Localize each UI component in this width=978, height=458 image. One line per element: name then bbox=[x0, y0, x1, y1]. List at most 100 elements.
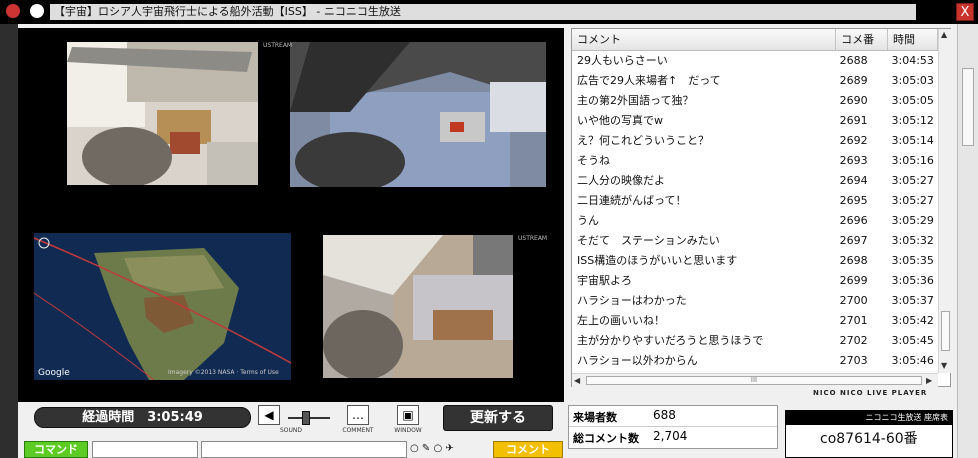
comment-row[interactable]: うん 2696 3:05:29 bbox=[572, 210, 938, 230]
comment-number: 2689 bbox=[839, 73, 868, 87]
comment-number: 2696 bbox=[839, 213, 868, 227]
comment-row[interactable]: 二日連続がんばって！ 2695 3:05:27 bbox=[572, 190, 938, 210]
comment-row[interactable]: 29人もいらさーい 2688 3:04:53 bbox=[572, 50, 938, 70]
extra-icons: ○ ✎ ○ ✈ bbox=[410, 443, 454, 454]
comment-row[interactable]: 左上の画いいね！ 2701 3:05:42 bbox=[572, 310, 938, 330]
comment-number: 2701 bbox=[839, 313, 868, 327]
command-input[interactable] bbox=[92, 441, 198, 458]
player-logo: NICO NICO LIVE PLAYER bbox=[813, 389, 928, 397]
comment-horizontal-scrollbar[interactable]: ◀ III ▶ bbox=[572, 373, 938, 387]
volume-slider[interactable] bbox=[288, 411, 330, 425]
comment-time: 3:05:05 bbox=[891, 93, 934, 107]
elapsed-time: 経過時間 3:05:49 bbox=[34, 407, 251, 428]
ustream-watermark-2: USTREAM bbox=[518, 235, 548, 242]
title-bar: 【宇宙】ロシア人宇宙飛行士による船外活動【ISS】 - ニコニコ生放送 X bbox=[0, 0, 978, 24]
comment-text: いや他の写真でw bbox=[577, 114, 663, 127]
outer-scrollbar[interactable] bbox=[957, 24, 978, 458]
bird-icon[interactable]: ✈ bbox=[445, 443, 453, 454]
comment-icon[interactable]: … bbox=[347, 405, 369, 425]
scroll-up-icon[interactable]: ▲ bbox=[941, 30, 947, 39]
comment-table-header: コメント コメ番 時間 bbox=[572, 29, 938, 51]
comment-row[interactable]: 広告で29人来場者↑ だって 2689 3:05:03 bbox=[572, 70, 938, 90]
outer-scroll-thumb[interactable] bbox=[962, 68, 974, 146]
map-caption: Imagery ©2013 NASA · Terms of Use bbox=[168, 369, 279, 376]
scroll-right-icon[interactable]: ▶ bbox=[926, 376, 932, 385]
window-title: 【宇宙】ロシア人宇宙飛行士による船外活動【ISS】 - ニコニコ生放送 bbox=[50, 4, 916, 20]
comment-row[interactable]: ISS構造のほうがいいと思います 2698 3:05:35 bbox=[572, 250, 938, 270]
window-label: WINDOW bbox=[394, 427, 422, 434]
comment-scroll-thumb[interactable] bbox=[941, 311, 950, 351]
comment-time: 3:05:42 bbox=[891, 313, 934, 327]
camera-feed-map: Google bbox=[34, 233, 291, 380]
comment-time: 3:05:36 bbox=[891, 273, 934, 287]
comment-toggle[interactable]: … COMMENT bbox=[334, 405, 382, 434]
comment-time: 3:05:37 bbox=[891, 293, 934, 307]
comment-table: コメント コメ番 時間 29人もいらさーい 2688 3:04:53 広告で29人来場… bbox=[572, 29, 938, 370]
comment-number: 2692 bbox=[839, 133, 868, 147]
comment-number: 2698 bbox=[839, 253, 868, 267]
radio-icon[interactable]: ○ bbox=[410, 443, 419, 454]
comment-hscroll-thumb[interactable]: III bbox=[586, 376, 922, 385]
comment-input[interactable] bbox=[201, 441, 407, 458]
comment-number: 2691 bbox=[839, 113, 868, 127]
comment-time: 3:05:16 bbox=[891, 153, 934, 167]
speaker-icon[interactable]: ◀ bbox=[258, 405, 280, 425]
comment-text: そうね bbox=[577, 154, 610, 167]
visitors-row: 来場者数 688 bbox=[569, 406, 777, 427]
comment-list-panel[interactable]: コメント コメ番 時間 29人もいらさーい 2688 3:04:53 広告で29人来場… bbox=[571, 28, 951, 387]
comment-row[interactable]: 主が分かりやすいだろうと思うほうで 2702 3:05:45 bbox=[572, 330, 938, 350]
total-comments-label: 総コメント数 bbox=[573, 432, 639, 445]
column-header-time[interactable]: 時間 bbox=[887, 29, 938, 51]
window-toggle[interactable]: ▣ WINDOW bbox=[388, 405, 428, 434]
column-header-number[interactable]: コメ番 bbox=[835, 29, 888, 51]
camera-feed-top-right bbox=[290, 42, 546, 187]
radio-icon-2[interactable]: ○ bbox=[434, 443, 443, 454]
total-comments-value: 2,704 bbox=[653, 429, 688, 443]
comment-text: ハラショーはわかった bbox=[577, 294, 687, 307]
comment-text: 左上の画いいね！ bbox=[577, 314, 665, 327]
comment-number: 2702 bbox=[839, 333, 868, 347]
comment-row[interactable]: いや他の写真でw 2691 3:05:12 bbox=[572, 110, 938, 130]
comment-vertical-scrollbar[interactable]: ▲ ▼ bbox=[938, 29, 951, 373]
comment-row[interactable]: え？何これどういうこと？ 2692 3:05:14 bbox=[572, 130, 938, 150]
comment-time: 3:05:27 bbox=[891, 193, 934, 207]
visitors-label: 来場者数 bbox=[573, 411, 617, 424]
comment-number: 2694 bbox=[839, 173, 868, 187]
comment-text: 広告で29人来場者↑ だって bbox=[577, 74, 721, 87]
comment-row[interactable]: 二人分の映像だよ 2694 3:05:27 bbox=[572, 170, 938, 190]
window-icon[interactable]: ▣ bbox=[397, 405, 419, 425]
comment-time: 3:05:12 bbox=[891, 113, 934, 127]
close-button[interactable]: X bbox=[956, 3, 974, 21]
comment-time: 3:05:29 bbox=[891, 213, 934, 227]
scroll-down-icon[interactable]: ▼ bbox=[941, 361, 947, 370]
seat-panel: ニコニコ生放送 座席表 co87614-60番 bbox=[785, 410, 953, 458]
video-player[interactable]: Google USTREAM USTREAM Imagery ©2013 NAS… bbox=[18, 28, 564, 402]
command-button[interactable]: コマンド bbox=[24, 441, 88, 458]
comment-number: 2699 bbox=[839, 273, 868, 287]
comment-row[interactable]: 主の第2外国語って独？ 2690 3:05:05 bbox=[572, 90, 938, 110]
comment-time: 3:05:32 bbox=[891, 233, 934, 247]
comment-text: ISS構造のほうがいいと思います bbox=[577, 254, 738, 267]
scroll-left-icon[interactable]: ◀ bbox=[574, 376, 580, 385]
comment-row[interactable]: そだて ステーションみたい 2697 3:05:32 bbox=[572, 230, 938, 250]
refresh-button[interactable]: 更新する bbox=[443, 405, 553, 431]
comment-row[interactable]: ハラショー以外わからん 2703 3:05:46 bbox=[572, 350, 938, 370]
comment-text: 主が分かりやすいだろうと思うほうで bbox=[577, 334, 764, 347]
comment-text: 主の第2外国語って独？ bbox=[577, 94, 694, 107]
comment-text: 宇宙駅よろ bbox=[577, 274, 632, 287]
volume-knob[interactable] bbox=[302, 411, 310, 425]
pen-icon[interactable]: ✎ bbox=[422, 443, 430, 454]
submit-comment-button[interactable]: コメント bbox=[493, 441, 563, 458]
column-header-comment[interactable]: コメント bbox=[572, 29, 837, 51]
comment-row[interactable]: ハラショーはわかった 2700 3:05:37 bbox=[572, 290, 938, 310]
comment-text: え？何これどういうこと？ bbox=[577, 134, 709, 147]
comment-time: 3:05:35 bbox=[891, 253, 934, 267]
comment-row[interactable]: そうね 2693 3:05:16 bbox=[572, 150, 938, 170]
comment-number: 2700 bbox=[839, 293, 868, 307]
comment-row[interactable]: 宇宙駅よろ 2699 3:05:36 bbox=[572, 270, 938, 290]
ustream-watermark-1: USTREAM bbox=[263, 42, 293, 49]
comment-number: 2703 bbox=[839, 353, 868, 367]
comment-number: 2690 bbox=[839, 93, 868, 107]
comment-number: 2695 bbox=[839, 193, 868, 207]
comment-time: 3:04:53 bbox=[891, 53, 934, 67]
